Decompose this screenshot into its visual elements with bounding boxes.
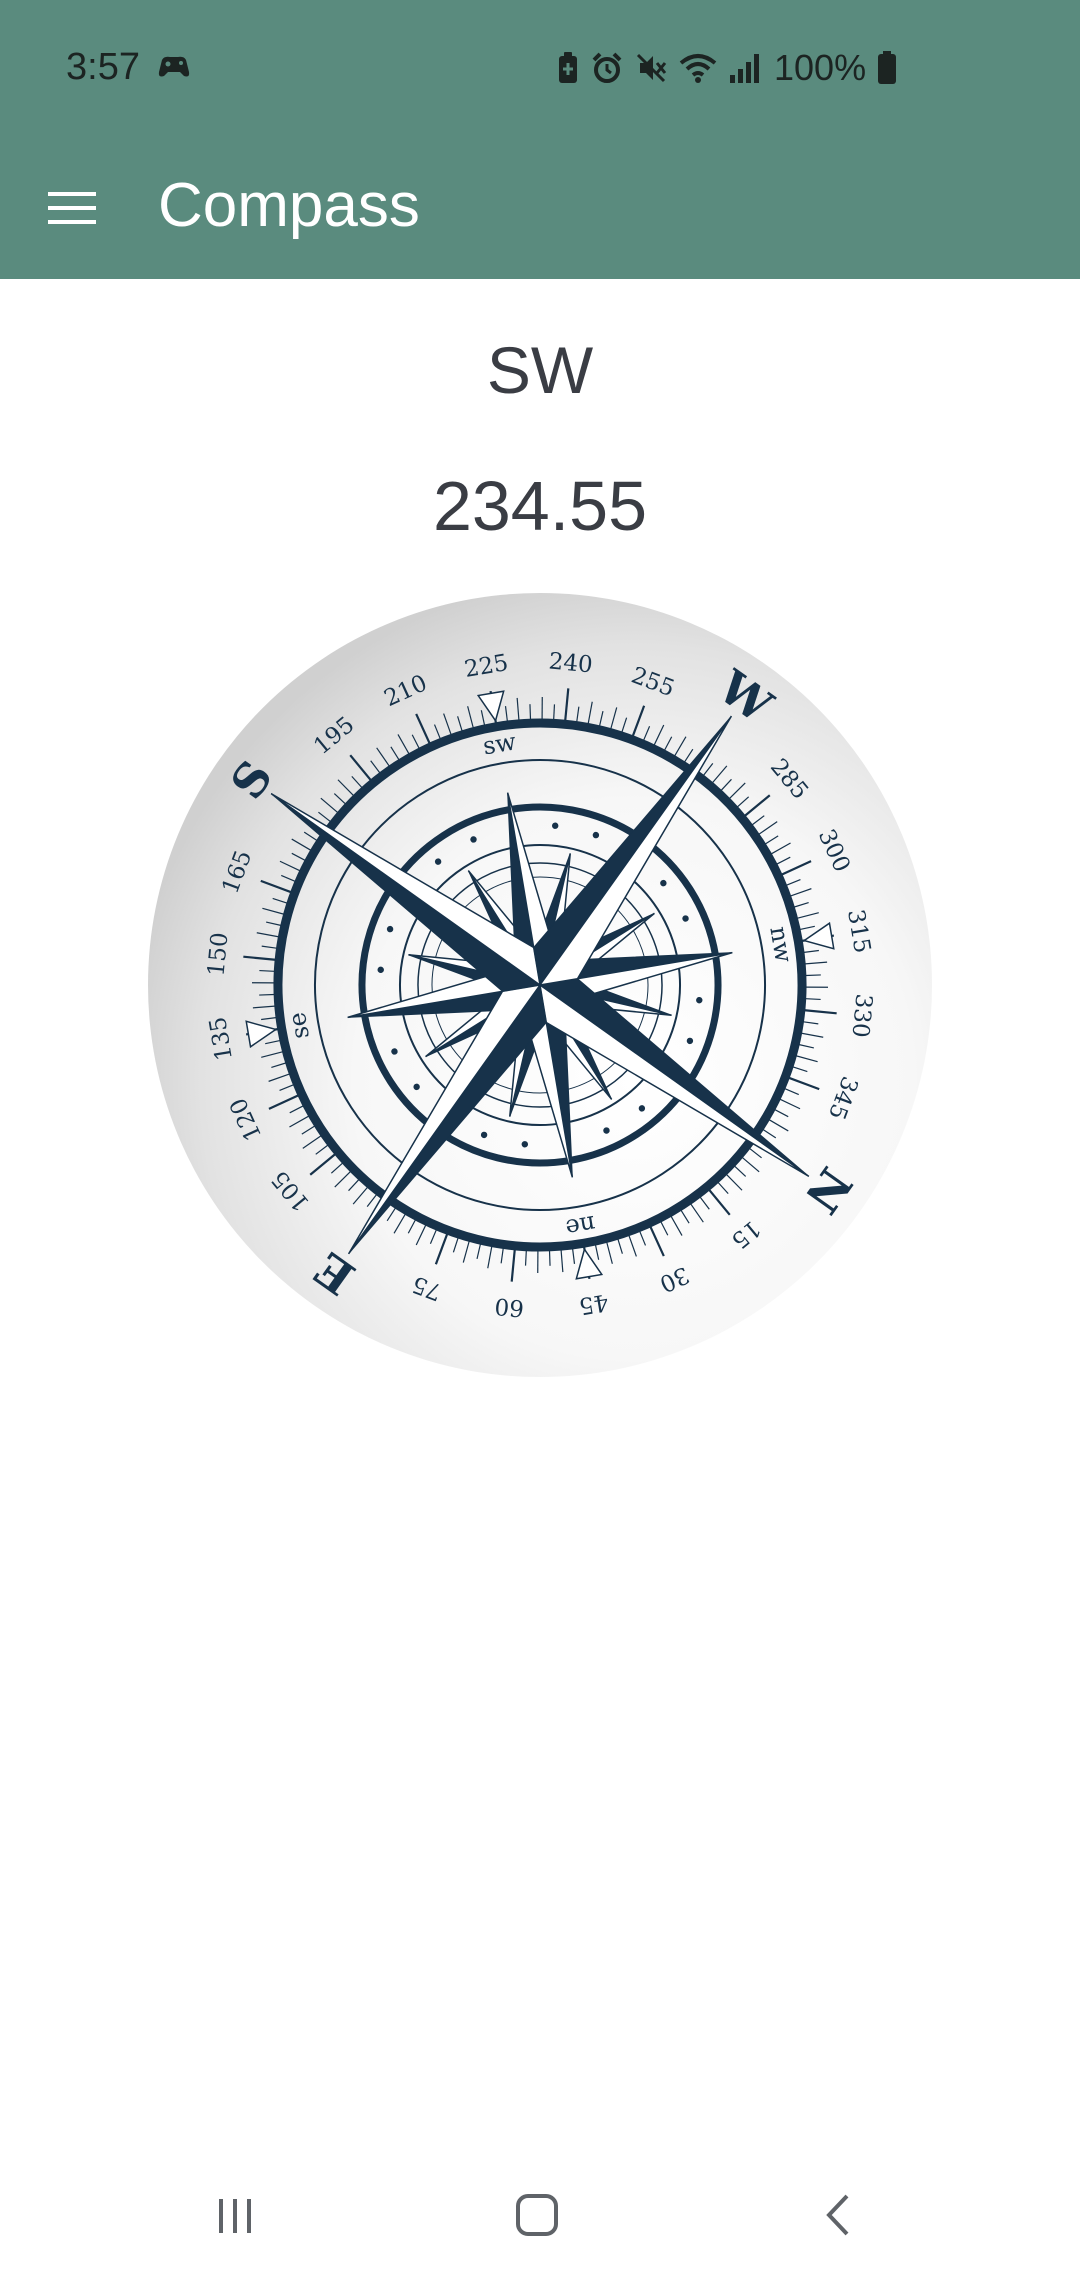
status-time: 3:57 — [66, 46, 140, 88]
hamburger-menu-icon — [48, 192, 96, 224]
dial-number: 60 — [494, 1292, 526, 1321]
dial-number: 45 — [577, 1288, 610, 1318]
recents-button[interactable] — [190, 2180, 280, 2250]
rose-intercardinal-label: ne — [564, 1210, 598, 1243]
menu-button[interactable] — [30, 166, 114, 250]
navigation-bar — [0, 2150, 1080, 2280]
dial-number: 150 — [203, 931, 233, 977]
compass-rose: 1530456075105120135150165195210225 240 255… — [148, 593, 932, 1377]
back-icon — [826, 2194, 849, 2236]
rose-intercardinal-label: nw — [764, 924, 798, 965]
alarm-icon — [592, 52, 622, 83]
heading-value: 234.55 — [432, 467, 648, 545]
app-title: Compass — [158, 171, 420, 240]
game-controller-icon — [156, 52, 192, 82]
dial-number: 330 — [847, 993, 877, 1039]
wifi-icon — [679, 54, 717, 83]
direction-label: SW — [486, 333, 594, 407]
battery-icon — [878, 51, 897, 84]
back-button[interactable] — [794, 2180, 884, 2250]
recents-icon — [219, 2199, 251, 2233]
home-button[interactable] — [492, 2180, 582, 2250]
signal-icon — [730, 54, 759, 83]
battery-percent: 100% — [774, 47, 867, 88]
status-bar: 3:57 100% — [0, 0, 1080, 134]
vibrate-mute-icon — [636, 53, 667, 83]
compass-dial: 15 30 45 60 75 105 120 135 150 165 195 210 225 240 255… — [140, 585, 940, 1385]
battery-saver-icon — [559, 52, 577, 83]
rose-intercardinal-label: se — [283, 1010, 315, 1041]
dial-number: 240 — [548, 648, 594, 678]
home-icon — [516, 2194, 558, 2236]
rose-intercardinal-label: sw — [481, 727, 519, 760]
app-bar: Compass — [0, 134, 1080, 279]
status-icons: 100% — [556, 47, 898, 88]
